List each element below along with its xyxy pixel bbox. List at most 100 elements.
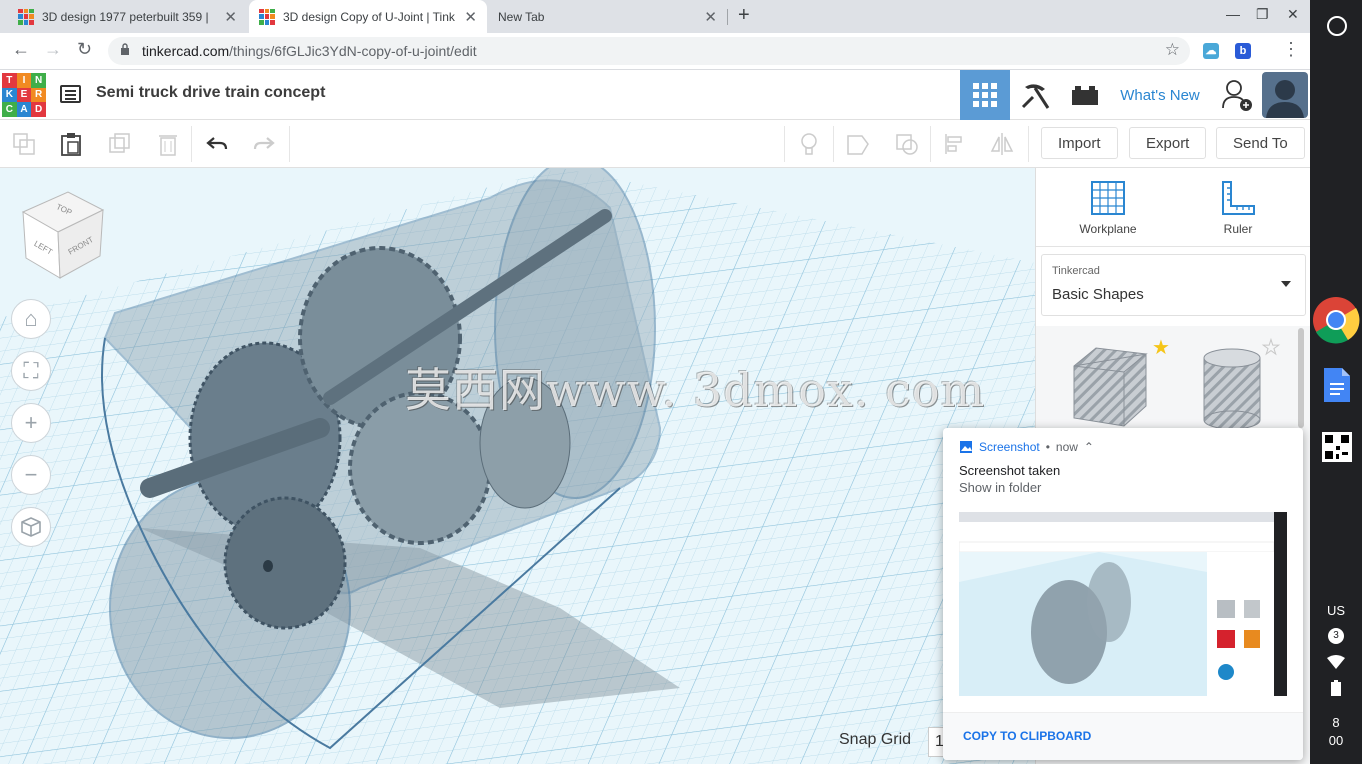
browser-window: 3D design 1977 peterbuilt 359 | ✕ 3D des…	[0, 0, 1310, 764]
fit-view-button[interactable]: ⛶	[11, 351, 51, 391]
launcher-button[interactable]	[1327, 16, 1347, 36]
tab-title: 3D design Copy of U-Joint | Tink	[283, 9, 455, 24]
url-text: tinkercad.com/things/6fGLJic3YdN-copy-of…	[142, 43, 477, 59]
tab-title: New Tab	[498, 9, 545, 24]
shape-library-dropdown[interactable]: Tinkercad Basic Shapes	[1041, 254, 1306, 316]
notification-actions: COPY TO CLIPBOARD	[943, 712, 1303, 760]
tinkercad-favicon-icon	[18, 8, 34, 25]
brick-icon	[1072, 86, 1098, 105]
forward-icon[interactable]: →	[44, 39, 62, 60]
workplane-tool[interactable]: Workplane	[1058, 180, 1158, 236]
favorite-star-icon[interactable]: ★	[1152, 337, 1170, 359]
bricks-mode-button[interactable]	[1060, 70, 1110, 120]
build-mode-button[interactable]	[1010, 70, 1060, 120]
grid-view-button[interactable]	[960, 70, 1010, 120]
toolbar-separator	[784, 126, 785, 162]
import-button[interactable]: Import	[1041, 127, 1118, 159]
grid-icon	[973, 83, 997, 107]
close-tab-icon[interactable]: ✕	[224, 8, 237, 26]
close-tab-icon[interactable]: ✕	[464, 8, 477, 26]
chrome-menu-icon[interactable]: ⋮	[1282, 39, 1300, 60]
user-avatar[interactable]	[1262, 72, 1308, 118]
edit-toolbar: Import Export Send To	[0, 120, 1310, 168]
home-icon: ⌂	[24, 306, 38, 331]
screenshot-thumbnail[interactable]	[959, 512, 1287, 696]
duplicate-icon[interactable]	[108, 132, 132, 156]
projection-button[interactable]	[11, 507, 51, 547]
toolbar-separator	[930, 126, 931, 162]
screenshot-notification[interactable]: Screenshot • now ⌃ Screenshot taken Show…	[943, 428, 1303, 760]
zoom-out-button[interactable]: −	[11, 455, 51, 495]
url-field[interactable]: tinkercad.com/things/6fGLJic3YdN-copy-of…	[108, 37, 1190, 65]
minimize-icon[interactable]: —	[1226, 6, 1240, 22]
export-button[interactable]: Export	[1129, 127, 1207, 159]
workplane-grid	[0, 168, 1035, 764]
copy-to-clipboard-button[interactable]: COPY TO CLIPBOARD	[963, 729, 1091, 743]
workplane-label: Workplane	[1079, 222, 1137, 236]
box-hole-shape[interactable]	[1073, 347, 1148, 427]
align-icon[interactable]	[943, 132, 967, 156]
mirror-icon[interactable]	[990, 132, 1014, 156]
notification-count-badge[interactable]: 3	[1328, 628, 1344, 644]
address-bar-row: ← → ↻ tinkercad.com/things/6fGLJic3YdN-c…	[0, 33, 1310, 70]
toolbar-separator	[289, 126, 290, 162]
paste-icon[interactable]	[59, 132, 83, 156]
whats-new-link[interactable]: What's New	[1110, 70, 1210, 120]
dropdown-caret-icon	[1281, 281, 1291, 287]
library-source-label: Tinkercad	[1052, 265, 1100, 277]
undo-icon[interactable]	[205, 132, 229, 156]
close-window-icon[interactable]: ✕	[1287, 6, 1299, 23]
copy-icon[interactable]	[12, 132, 36, 156]
add-user-button[interactable]	[1212, 70, 1262, 120]
show-in-folder-link[interactable]: Show in folder	[959, 480, 1041, 495]
extension-b-icon[interactable]: b	[1235, 43, 1251, 59]
google-docs-icon[interactable]	[1322, 366, 1352, 404]
delete-icon[interactable]	[156, 132, 180, 156]
restore-icon[interactable]: ❐	[1256, 6, 1269, 23]
tab-u-joint[interactable]: 3D design Copy of U-Joint | Tink ✕	[249, 0, 487, 33]
zoom-in-button[interactable]: +	[11, 403, 51, 443]
clock-minute[interactable]: 00	[1310, 733, 1362, 748]
reload-icon[interactable]: ↻	[77, 39, 92, 60]
fit-all-icon: ⛶	[23, 358, 39, 383]
snap-grid-label: Snap Grid	[839, 731, 912, 748]
clock-hour[interactable]: 8	[1310, 715, 1362, 730]
keyboard-layout-indicator[interactable]: US	[1310, 603, 1362, 618]
collapse-chevron-icon[interactable]: ⌃	[1084, 440, 1094, 454]
library-name: Basic Shapes	[1052, 286, 1144, 303]
group-icon[interactable]	[846, 132, 870, 156]
design-list-icon[interactable]	[60, 85, 81, 103]
view-cube[interactable]: TOP LEFT FRONT	[18, 190, 108, 280]
add-user-icon	[1222, 80, 1252, 111]
tab-strip: 3D design 1977 peterbuilt 359 | ✕ 3D des…	[0, 0, 1310, 33]
favorite-star-outline-icon[interactable]: ★	[1262, 337, 1281, 360]
system-shelf: US 3 8 00	[1310, 0, 1362, 764]
panel-divider	[1036, 246, 1310, 247]
tab-peterbuilt[interactable]: 3D design 1977 peterbuilt 359 | ✕	[0, 0, 247, 33]
ruler-tool[interactable]: Ruler	[1188, 180, 1288, 236]
design-title[interactable]: Semi truck drive train concept	[96, 84, 325, 102]
tab-new-tab[interactable]: New Tab ✕	[489, 0, 727, 33]
lightbulb-icon[interactable]	[797, 132, 821, 156]
back-icon[interactable]: ←	[12, 39, 30, 60]
3d-workspace[interactable]: TOP LEFT FRONT ⌂ ⛶ + − 莫西网www. 3dmox. co…	[0, 168, 1035, 764]
chrome-app-icon[interactable]	[1312, 296, 1360, 344]
qr-code-app-icon[interactable]	[1322, 432, 1352, 462]
tinkercad-logo[interactable]: TIN KER CAD	[2, 73, 46, 117]
redo-icon[interactable]	[252, 132, 276, 156]
toolbar-separator	[833, 126, 834, 162]
toolbar-separator	[1028, 126, 1029, 162]
home-view-button[interactable]: ⌂	[11, 299, 51, 339]
shapes-scrollbar[interactable]	[1298, 328, 1304, 428]
wifi-icon[interactable]	[1327, 655, 1345, 669]
cylinder-hole-shape[interactable]	[1203, 348, 1261, 430]
close-tab-icon[interactable]: ✕	[704, 8, 717, 26]
battery-icon[interactable]	[1331, 680, 1341, 696]
minus-icon: −	[24, 462, 38, 487]
new-tab-button[interactable]: +	[738, 4, 750, 27]
bookmark-star-icon[interactable]: ☆	[1165, 40, 1180, 60]
extension-cloud-icon[interactable]: ☁	[1203, 43, 1219, 59]
ungroup-icon[interactable]	[895, 132, 919, 156]
notification-app-name: Screenshot	[979, 440, 1040, 454]
send-to-button[interactable]: Send To	[1216, 127, 1305, 159]
